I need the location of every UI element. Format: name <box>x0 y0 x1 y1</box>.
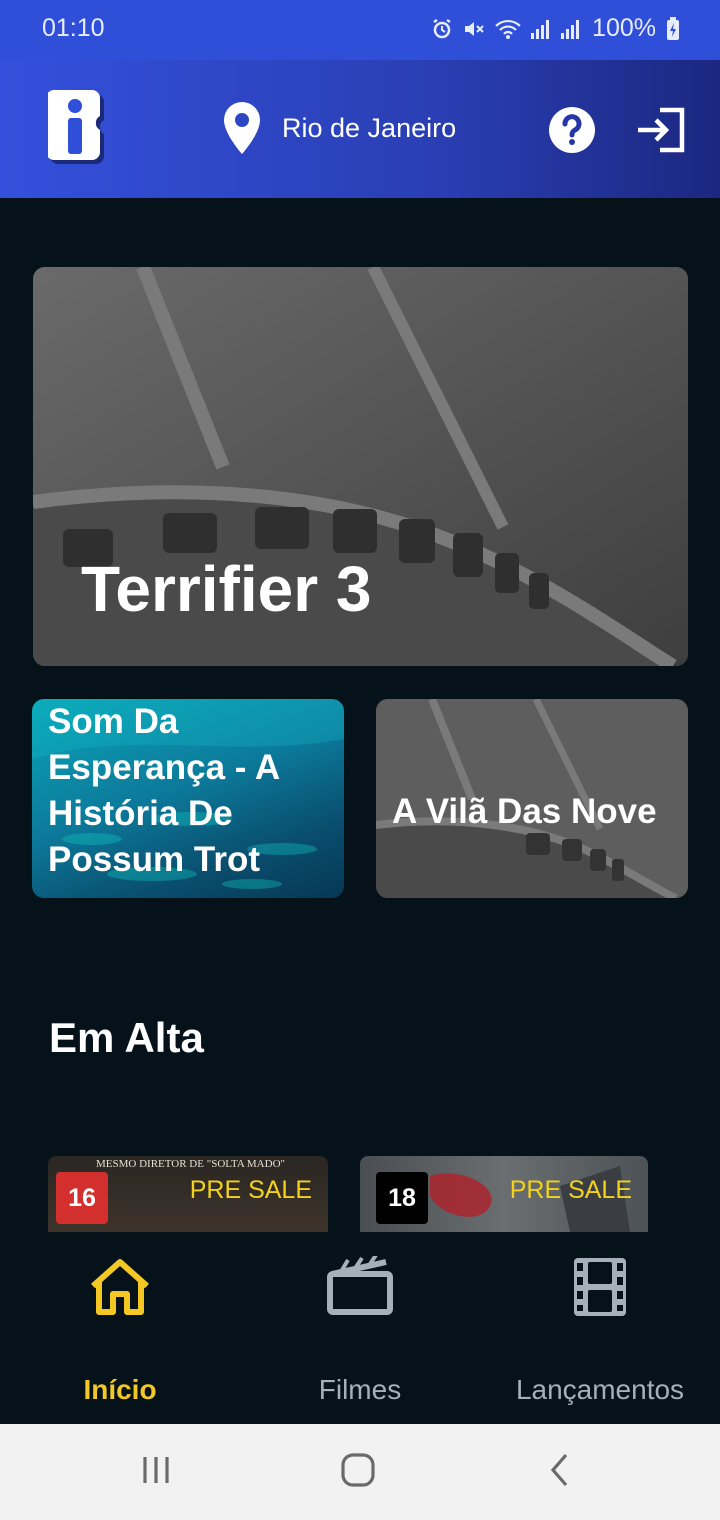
tab-label: Início <box>83 1374 157 1405</box>
app-header: Rio de Janeiro <box>0 60 720 198</box>
featured-card-2-title: A Vilã Das Nove <box>392 792 657 831</box>
system-nav-bar <box>0 1424 720 1520</box>
battery-charging-icon <box>667 16 679 40</box>
location-pin-icon <box>224 102 260 154</box>
clapperboard-icon <box>327 1256 393 1315</box>
tab-lancamentos[interactable]: Lançamentos <box>480 1232 720 1424</box>
featured-main-card[interactable]: Terrifier 3 <box>33 267 688 666</box>
help-icon[interactable] <box>548 106 596 154</box>
age-rating-badge: 16 <box>56 1172 108 1224</box>
featured-main-title: Terrifier 3 <box>81 553 372 625</box>
location-name: Rio de Janeiro <box>282 112 457 143</box>
back-icon[interactable] <box>548 1452 572 1488</box>
status-bar: 01:10 100% <box>0 0 720 60</box>
battery-percent: 100% <box>592 14 656 42</box>
tab-label: Lançamentos <box>515 1374 685 1405</box>
alarm-icon <box>433 18 451 38</box>
presale-badge: PRE SALE <box>509 1176 632 1204</box>
mute-icon <box>465 21 484 36</box>
app-logo-icon[interactable] <box>48 88 110 170</box>
login-icon[interactable] <box>634 106 686 154</box>
location-selector[interactable]: Rio de Janeiro <box>220 100 456 156</box>
tab-label: Filmes <box>318 1374 402 1405</box>
signal-icon <box>531 19 550 39</box>
status-icons <box>430 17 582 41</box>
age-rating-badge: 18 <box>376 1172 428 1224</box>
trending-poster-2[interactable]: 18 PRE SALE <box>360 1156 648 1232</box>
signal-icon-2 <box>561 19 580 39</box>
wifi-icon <box>495 19 521 39</box>
featured-card-2[interactable]: A Vilã Das Nove <box>376 699 688 898</box>
film-strip-icon <box>574 1258 626 1316</box>
bottom-tab-bar: Início Filmes Lançamentos <box>0 1232 720 1424</box>
tab-filmes[interactable]: Filmes <box>240 1232 480 1424</box>
featured-card-1[interactable]: Som Da Esperança - A História De Possum … <box>32 699 344 898</box>
status-right: 100% <box>430 14 680 43</box>
home-icon <box>91 1259 149 1315</box>
poster-tagline: MESMO DIRETOR DE "SOLTA MADO" <box>96 1158 286 1170</box>
featured-card-1-title: Som Da Esperança - A História De Possum … <box>48 702 279 879</box>
tab-inicio[interactable]: Início <box>0 1232 240 1424</box>
presale-badge: PRE SALE <box>189 1176 312 1204</box>
trending-poster-1[interactable]: MESMO DIRETOR DE "SOLTA MADO" 16 PRE SAL… <box>48 1156 328 1232</box>
home-button-icon[interactable] <box>340 1452 376 1488</box>
recent-apps-icon[interactable] <box>140 1454 172 1486</box>
section-title-trending: Em Alta <box>49 1014 204 1061</box>
status-time: 01:10 <box>42 14 105 42</box>
